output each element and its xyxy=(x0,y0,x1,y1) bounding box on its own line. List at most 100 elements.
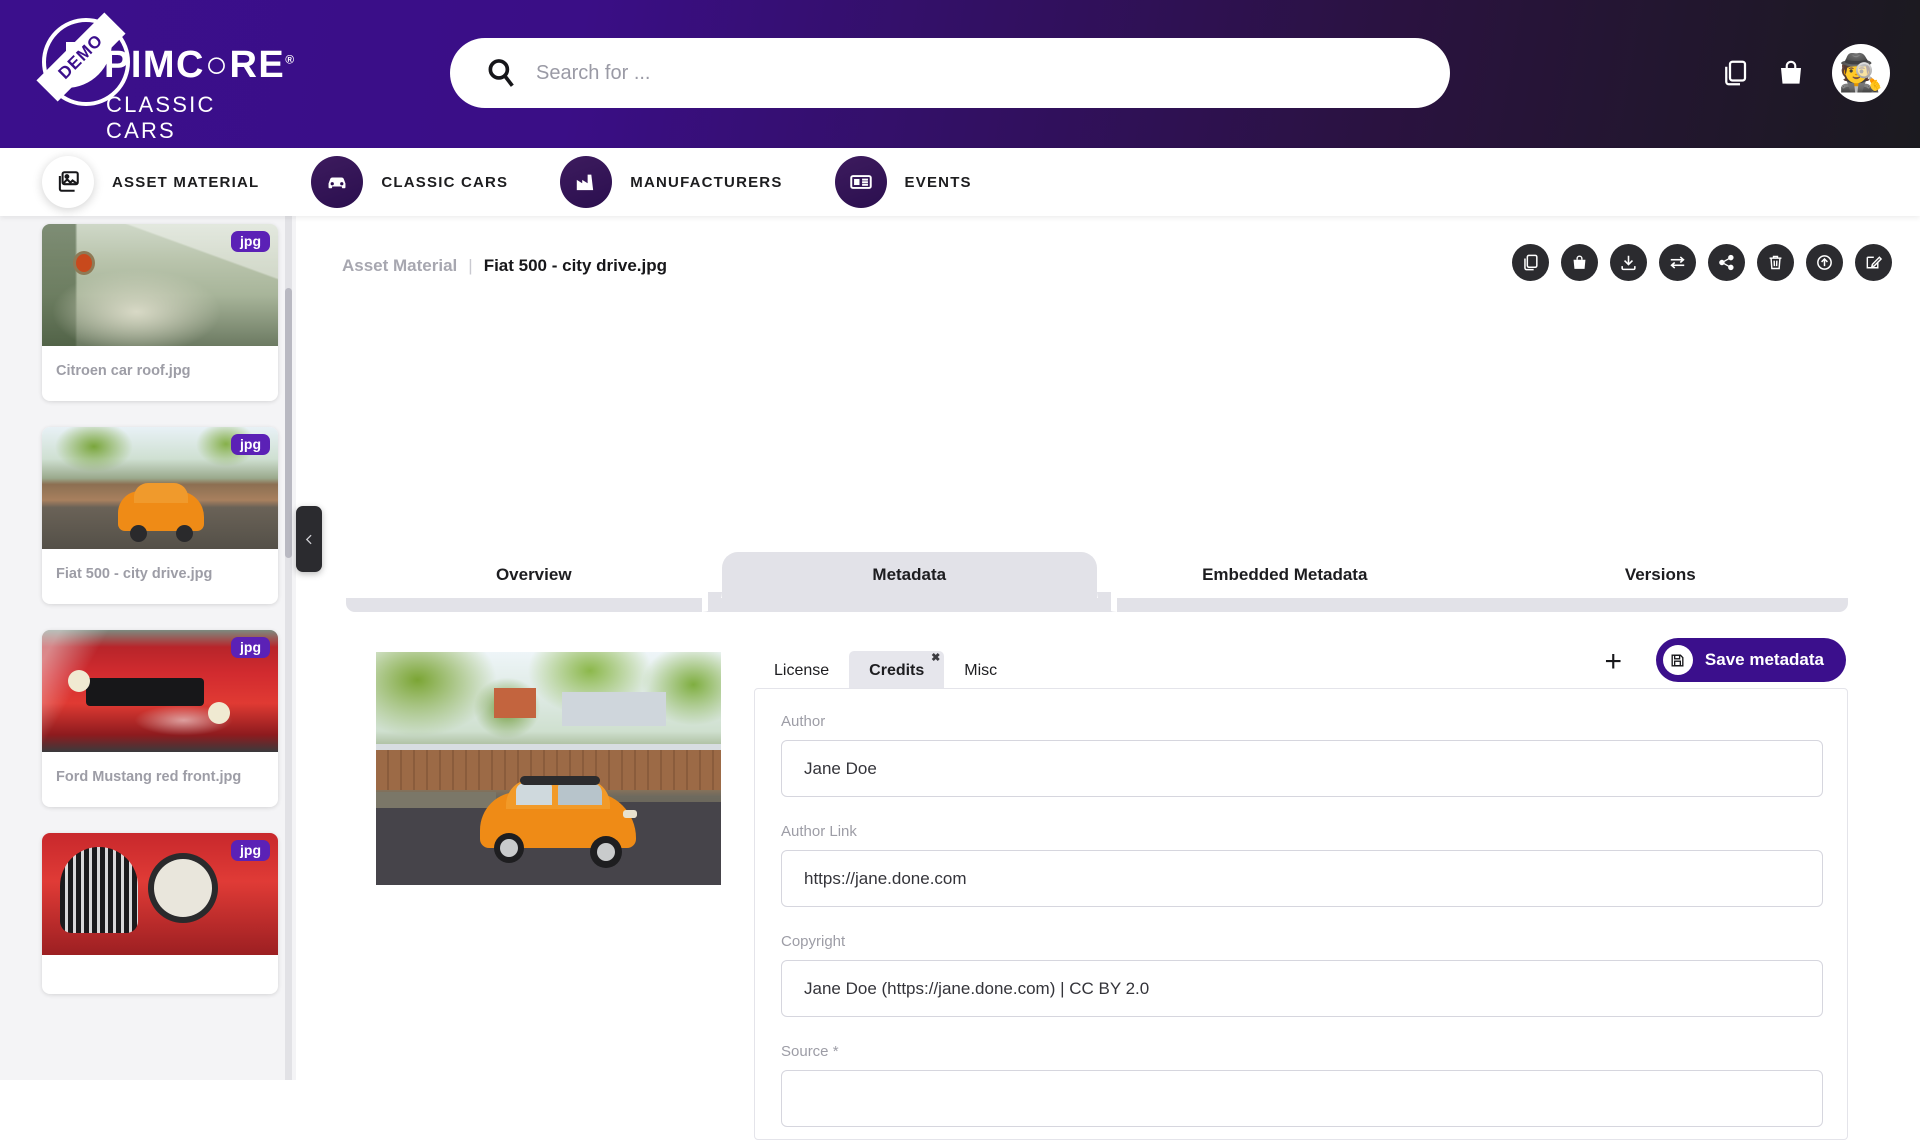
field-author-link: Author Link xyxy=(781,823,1821,907)
edit-button[interactable] xyxy=(1855,244,1892,281)
copy-button[interactable] xyxy=(1512,244,1549,281)
upload-circle-icon xyxy=(1815,253,1834,272)
share-button[interactable] xyxy=(1708,244,1745,281)
tab-metadata[interactable]: Metadata xyxy=(722,552,1098,612)
user-avatar[interactable]: 🕵️ xyxy=(1832,44,1890,102)
asset-toolbar xyxy=(1512,244,1892,281)
file-type-badge: jpg xyxy=(231,637,270,658)
nav-bubble-events xyxy=(835,156,887,208)
asset-detail-panel: Asset Material | Fiat 500 - city drive.j… xyxy=(310,216,1920,1080)
nav-label-events: EVENTS xyxy=(905,174,972,191)
field-label: Author Link xyxy=(781,823,1821,840)
tab-label: Metadata xyxy=(872,565,946,585)
field-label: Source * xyxy=(781,1043,1821,1060)
asset-thumbnail: jpg xyxy=(42,630,278,752)
subtab-license[interactable]: License xyxy=(754,651,849,692)
asset-name xyxy=(42,955,278,994)
credits-form: Author Author Link Copyright Source * xyxy=(754,688,1848,1140)
breadcrumb: Asset Material | Fiat 500 - city drive.j… xyxy=(342,256,667,276)
header-actions: 🕵️ xyxy=(1720,44,1890,102)
copyright-input[interactable] xyxy=(781,960,1823,1017)
nav-item-asset-material[interactable]: ASSET MATERIAL xyxy=(42,156,259,208)
source-input[interactable] xyxy=(781,1070,1823,1127)
nav-label-asset-material: ASSET MATERIAL xyxy=(112,174,259,191)
nav-label-manufacturers: MANUFACTURERS xyxy=(630,174,782,191)
transfer-icon xyxy=(1668,253,1687,272)
logo-subtitle: CLASSIC CARS xyxy=(106,92,222,144)
author-input[interactable] xyxy=(781,740,1823,797)
asset-thumbnail: jpg xyxy=(42,224,278,346)
close-icon[interactable]: ✖ xyxy=(931,651,940,664)
nav-label-classic-cars: CLASSIC CARS xyxy=(381,174,508,191)
nav-bubble-classic-cars xyxy=(311,156,363,208)
add-metadata-button[interactable]: + xyxy=(1604,647,1622,677)
asset-tabs: Overview Metadata Embedded Metadata Vers… xyxy=(346,552,1848,612)
main-navigation: ASSET MATERIAL CLASSIC CARS MANUFACTURER… xyxy=(0,148,1920,216)
delete-button[interactable] xyxy=(1757,244,1794,281)
nav-item-events[interactable]: EVENTS xyxy=(835,156,972,208)
search-icon xyxy=(484,56,518,90)
asset-list-sidebar: jpg Citroen car roof.jpg jpg Fiat 500 - … xyxy=(0,216,296,1080)
asset-preview-image[interactable] xyxy=(376,652,721,885)
car-icon xyxy=(324,169,350,195)
list-item[interactable]: jpg Citroen car roof.jpg xyxy=(42,224,278,401)
breadcrumb-current: Fiat 500 - city drive.jpg xyxy=(484,256,667,276)
add-to-bag-button[interactable] xyxy=(1561,244,1598,281)
upload-button[interactable] xyxy=(1806,244,1843,281)
sidebar-collapse-button[interactable] xyxy=(296,506,322,572)
nav-bubble-asset-material xyxy=(42,156,94,208)
list-item[interactable]: jpg xyxy=(42,833,278,994)
tab-label: Versions xyxy=(1625,565,1696,585)
sidebar-scrollbar-thumb[interactable] xyxy=(285,288,292,558)
subtab-label: License xyxy=(774,662,829,679)
factory-icon xyxy=(573,169,599,195)
file-type-badge: jpg xyxy=(231,840,270,861)
tab-embedded-metadata[interactable]: Embedded Metadata xyxy=(1097,552,1473,612)
asset-list-scroll: jpg Citroen car roof.jpg jpg Fiat 500 - … xyxy=(0,216,296,1020)
avatar-emoji: 🕵️ xyxy=(1839,55,1884,91)
list-item[interactable]: jpg Fiat 500 - city drive.jpg xyxy=(42,427,278,604)
images-icon xyxy=(55,169,81,195)
field-label: Author xyxy=(781,713,1821,730)
tab-versions[interactable]: Versions xyxy=(1473,552,1849,612)
edit-pencil-icon xyxy=(1864,253,1883,272)
breadcrumb-separator: | xyxy=(468,256,472,276)
news-card-icon xyxy=(848,169,874,195)
share-icon xyxy=(1717,253,1736,272)
field-source: Source * xyxy=(781,1043,1821,1127)
asset-thumbnail: jpg xyxy=(42,427,278,549)
app-header: DEMO PIMC○RE® CLASSIC CARS 🕵️ xyxy=(0,0,1920,148)
nav-item-classic-cars[interactable]: CLASSIC CARS xyxy=(311,156,508,208)
nav-item-manufacturers[interactable]: MANUFACTURERS xyxy=(560,156,782,208)
shopping-bag-icon[interactable] xyxy=(1776,58,1806,88)
subtab-misc[interactable]: Misc xyxy=(944,651,1017,692)
tab-label: Embedded Metadata xyxy=(1202,565,1367,585)
download-button[interactable] xyxy=(1610,244,1647,281)
save-metadata-label: Save metadata xyxy=(1705,650,1824,670)
field-author: Author xyxy=(781,713,1821,797)
logo-brand-text: PIMC○RE® xyxy=(104,44,296,87)
lock-bag-icon xyxy=(1570,253,1589,272)
app-logo[interactable]: DEMO PIMC○RE® CLASSIC CARS xyxy=(22,14,222,130)
field-label: Copyright xyxy=(781,933,1821,950)
asset-thumbnail: jpg xyxy=(42,833,278,955)
copy-icon[interactable] xyxy=(1720,58,1750,88)
tab-label: Overview xyxy=(496,565,572,585)
floppy-disk-icon xyxy=(1663,645,1693,675)
list-item[interactable]: jpg Ford Mustang red front.jpg xyxy=(42,630,278,807)
nav-bubble-manufacturers xyxy=(560,156,612,208)
asset-name: Fiat 500 - city drive.jpg xyxy=(42,549,278,604)
trash-icon xyxy=(1766,253,1785,272)
chevron-left-icon xyxy=(303,533,316,546)
subtab-credits[interactable]: Credits ✖ xyxy=(849,651,944,692)
swap-button[interactable] xyxy=(1659,244,1696,281)
subtab-label: Misc xyxy=(964,662,997,679)
tab-overview[interactable]: Overview xyxy=(346,552,722,612)
save-metadata-button[interactable]: Save metadata xyxy=(1656,638,1846,682)
subtab-label: Credits xyxy=(869,662,924,679)
search-input[interactable] xyxy=(536,62,1396,85)
global-search-bar[interactable] xyxy=(450,38,1450,108)
asset-name: Ford Mustang red front.jpg xyxy=(42,752,278,807)
author-link-input[interactable] xyxy=(781,850,1823,907)
breadcrumb-root[interactable]: Asset Material xyxy=(342,256,457,276)
